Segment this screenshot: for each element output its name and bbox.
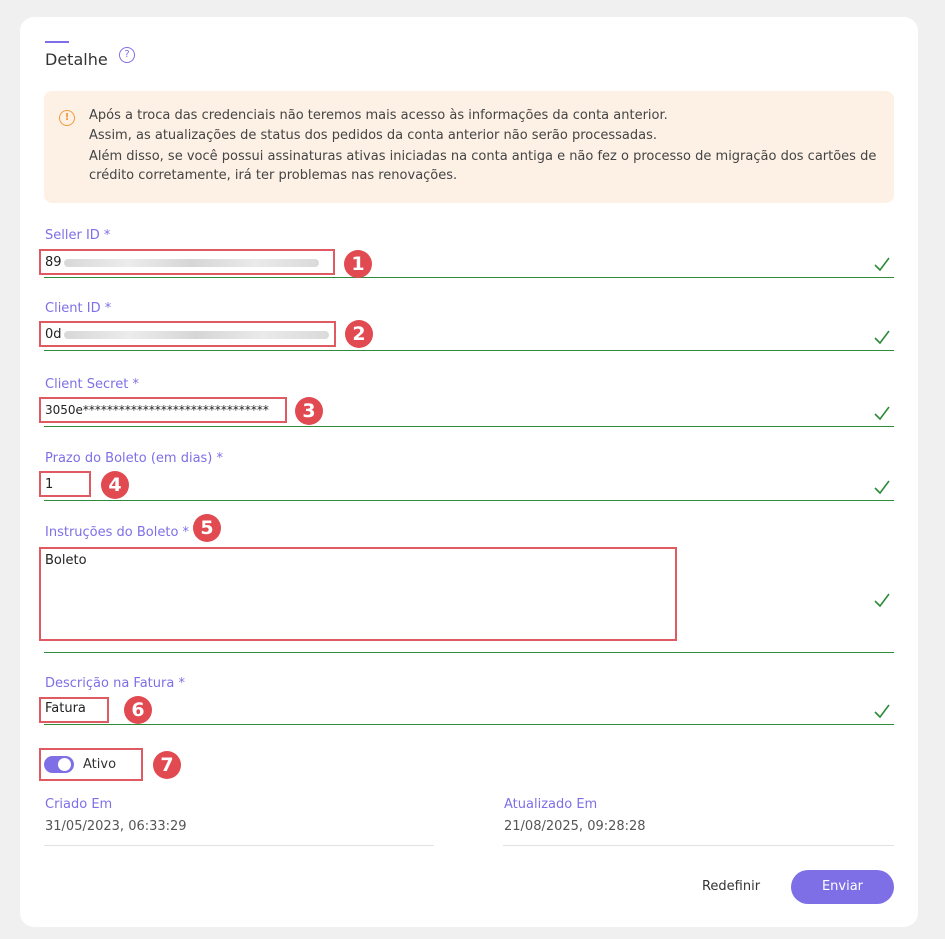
updated-label: Atualizado Em [504, 797, 598, 812]
client-secret-label: Client Secret * [45, 377, 139, 392]
client-secret-underline [44, 426, 894, 427]
created-label: Criado Em [45, 797, 113, 812]
alert-line: Assim, as atualizações de status dos ped… [89, 128, 658, 143]
instrucoes-underline [44, 652, 894, 653]
updated-divider [503, 845, 894, 846]
client-id-underline [44, 350, 894, 351]
created-value: 31/05/2023, 06:33:29 [45, 819, 187, 834]
seller-id-label: Seller ID * [45, 228, 111, 243]
annotation-box [39, 321, 336, 347]
instrucoes-label: Instruções do Boleto * [45, 525, 190, 540]
annotation-badge: 6 [124, 696, 152, 724]
annotation-badge: 1 [344, 250, 372, 278]
descricao-label: Descrição na Fatura * [45, 676, 185, 691]
help-circle-icon[interactable]: ? [119, 47, 135, 63]
alert-line: Além disso, se você possui assinaturas a… [89, 149, 877, 164]
check-icon [872, 254, 892, 274]
submit-button[interactable]: Enviar [791, 870, 894, 904]
warning-circle-icon: ! [59, 110, 75, 126]
annotation-box [39, 249, 335, 275]
annotation-badge: 5 [193, 514, 221, 542]
created-divider [44, 845, 434, 846]
annotation-badge: 4 [101, 471, 129, 499]
updated-value: 21/08/2025, 09:28:28 [504, 819, 646, 834]
check-icon [872, 701, 892, 721]
annotation-box [39, 748, 143, 781]
annotation-box [39, 547, 677, 641]
annotation-box [39, 697, 109, 723]
check-icon [872, 590, 892, 610]
annotation-badge: 2 [345, 320, 373, 348]
annotation-box [39, 471, 91, 497]
check-icon [872, 327, 892, 347]
page-title: Detalhe [45, 50, 108, 69]
alert-line: crédito corretamente, irá ter problemas … [89, 168, 458, 183]
prazo-underline [44, 500, 894, 501]
descricao-underline [44, 724, 894, 725]
seller-id-underline [44, 277, 894, 278]
check-icon [872, 403, 892, 423]
prazo-label: Prazo do Boleto (em dias) * [45, 451, 224, 466]
alert-line: Após a troca das credenciais não teremos… [89, 108, 668, 123]
title-accent-bar [45, 41, 69, 43]
annotation-badge: 7 [153, 751, 181, 779]
annotation-badge: 3 [295, 397, 323, 425]
reset-button[interactable]: Redefinir [690, 870, 772, 904]
annotation-box [39, 397, 287, 423]
client-id-label: Client ID * [45, 301, 112, 316]
check-icon [872, 477, 892, 497]
